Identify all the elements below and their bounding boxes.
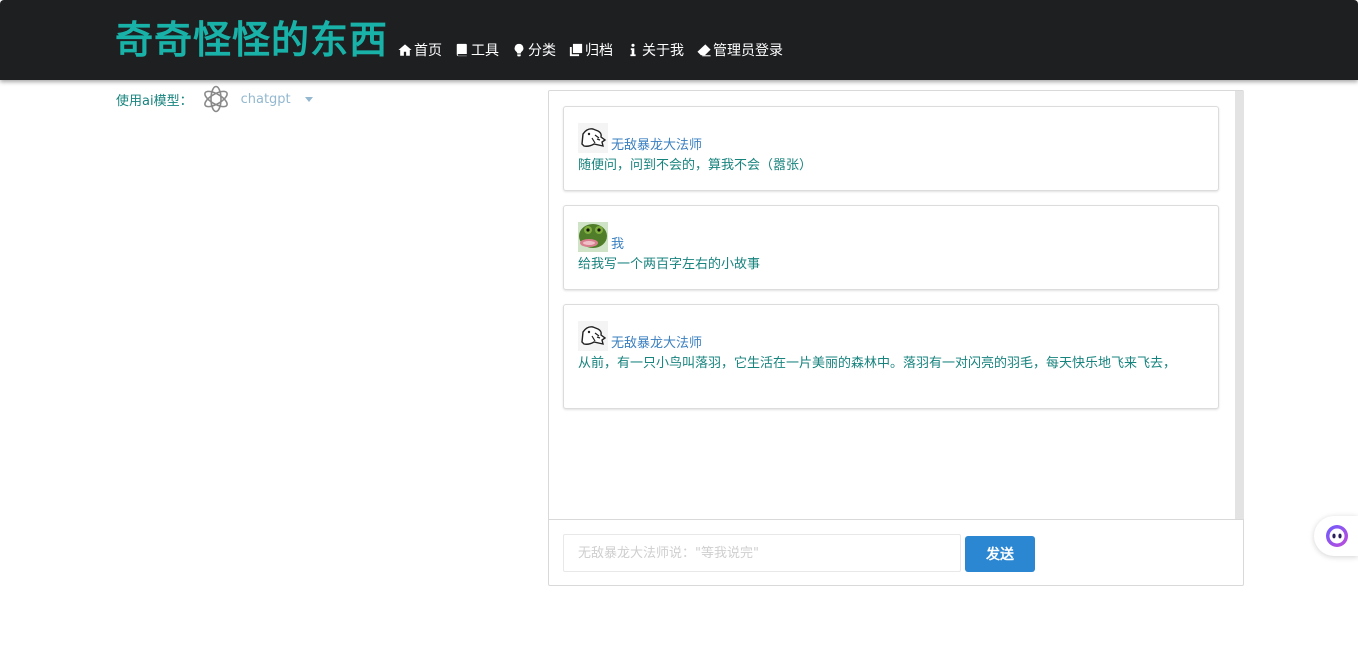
nav-about[interactable]: 关于我 [625, 40, 684, 60]
nav-admin-login[interactable]: 管理员登录 [696, 40, 783, 60]
model-label: 使用ai模型： [116, 93, 193, 109]
book-icon [454, 43, 469, 58]
lightbulb-icon [511, 43, 526, 58]
message-author: 无敌暴龙大法师 [611, 138, 703, 153]
nav-about-label: 关于我 [642, 43, 684, 59]
nav-tools-label: 工具 [471, 43, 499, 59]
frog-avatar-icon [578, 222, 608, 252]
chat-input-area: 发送 [549, 519, 1243, 585]
site-title[interactable]: 奇奇怪怪的东西 [115, 14, 388, 66]
chat-input[interactable] [563, 534, 961, 572]
nav-home[interactable]: 首页 [397, 40, 442, 60]
message-text: 随便问，问到不会的，算我不会（嚣张） [578, 158, 813, 173]
openai-logo-icon [203, 85, 228, 113]
sketch-avatar-icon [578, 321, 608, 351]
message-author: 我 [611, 237, 625, 252]
message-card: 我 给我写一个两百字左右的小故事 [563, 205, 1219, 290]
assistant-bot-icon [1326, 525, 1348, 547]
sketch-avatar-icon [578, 123, 608, 153]
nav-category[interactable]: 分类 [511, 40, 556, 60]
info-icon [625, 43, 640, 58]
chat-scrollbar[interactable] [1235, 91, 1244, 519]
nav-archive-label: 归档 [585, 43, 613, 59]
chat-panel: 无敌暴龙大法师 随便问，问到不会的，算我不会（嚣张） 我 给我写一个两百字左右的… [548, 90, 1244, 586]
model-selector-row: 使用ai模型： chatgpt [116, 84, 313, 114]
nav-category-label: 分类 [528, 43, 556, 59]
message-text: 给我写一个两百字左右的小故事 [578, 257, 761, 272]
nav-admin-login-label: 管理员登录 [713, 43, 783, 59]
message-header: 无敌暴龙大法师 [578, 121, 1204, 153]
top-navbar: 奇奇怪怪的东西 首页 工具 分类 归档 关于我 管理员登录 [0, 0, 1358, 80]
main-nav: 首页 工具 分类 归档 关于我 管理员登录 [397, 38, 795, 62]
home-icon [397, 43, 412, 58]
nav-tools[interactable]: 工具 [454, 40, 499, 60]
floating-assistant-button[interactable] [1314, 516, 1358, 556]
model-dropdown[interactable]: chatgpt [241, 92, 313, 107]
nav-archive[interactable]: 归档 [568, 40, 613, 60]
send-button[interactable]: 发送 [965, 536, 1035, 572]
caret-down-icon [304, 96, 313, 102]
message-card: 无敌暴龙大法师 随便问，问到不会的，算我不会（嚣张） [563, 106, 1219, 191]
message-header: 我 [578, 220, 1204, 252]
message-header: 无敌暴龙大法师 [578, 319, 1204, 351]
eraser-icon [696, 43, 711, 58]
copy-icon [568, 43, 583, 58]
message-list[interactable]: 无敌暴龙大法师 随便问，问到不会的，算我不会（嚣张） 我 给我写一个两百字左右的… [549, 91, 1244, 519]
model-dropdown-value: chatgpt [240, 91, 291, 107]
message-author: 无敌暴龙大法师 [611, 336, 703, 351]
nav-home-label: 首页 [414, 43, 442, 59]
message-card: 无敌暴龙大法师 从前，有一只小鸟叫落羽，它生活在一片美丽的森林中。落羽有一对闪亮… [563, 304, 1219, 409]
message-text: 从前，有一只小鸟叫落羽，它生活在一片美丽的森林中。落羽有一对闪亮的羽毛，每天快乐… [578, 356, 1177, 371]
